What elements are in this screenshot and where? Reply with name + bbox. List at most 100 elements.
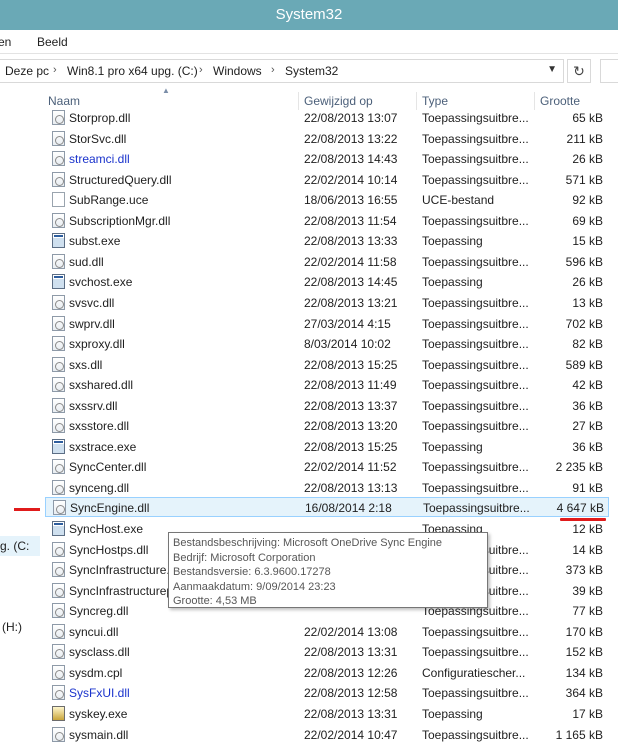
file-name: SyncInfrastructurep: [69, 583, 174, 598]
tab-view[interactable]: Beeld: [37, 35, 68, 49]
application-icon: [52, 521, 65, 536]
tab-share[interactable]: en: [0, 35, 11, 49]
tooltip-size: Grootte: 4,53 MB: [173, 595, 257, 607]
chevron-right-icon[interactable]: ›: [271, 64, 275, 76]
file-name: sxstrace.exe: [69, 439, 137, 454]
table-row[interactable]: sud.dll 22/02/2014 11:58 Toepassingsuitbre…: [44, 251, 618, 271]
file-date: 22/08/2013 11:54: [304, 213, 397, 228]
search-input[interactable]: [600, 59, 618, 83]
file-type: Toepassingsuitbre...: [422, 378, 529, 393]
file-type: Toepassingsuitbre...: [422, 131, 529, 146]
dll-file-icon: [52, 479, 65, 495]
column-type[interactable]: Type: [422, 94, 448, 108]
dll-file-icon: [52, 623, 65, 639]
file-date: 22/02/2014 11:52: [304, 460, 397, 475]
table-row[interactable]: sxproxy.dll 8/03/2014 10:02 Toepassingsuit…: [44, 333, 618, 353]
file-type: Toepassingsuitbre...: [422, 460, 529, 475]
dll-file-icon: [52, 110, 65, 125]
crumb-this-pc[interactable]: Deze pc: [5, 64, 49, 78]
table-row[interactable]: sxs.dll 22/08/2013 15:25 Toepassingsuitbre…: [44, 354, 618, 374]
dll-file-icon: [52, 171, 65, 187]
file-name: SyncHost.exe: [69, 522, 144, 536]
file-name: swprv.dll: [69, 316, 115, 331]
file-size: 69 kB: [572, 213, 603, 228]
address-bar[interactable]: Deze pc › Win8.1 pro x64 upg. (C:) › Win…: [0, 59, 564, 83]
file-size: 39 kB: [572, 583, 603, 598]
table-row[interactable]: sxshared.dll 22/08/2013 11:49 Toepassingsu…: [44, 374, 618, 394]
table-row[interactable]: svsvc.dll 22/08/2013 13:21 Toepassingsuitb…: [44, 292, 618, 312]
nav-item-drive-h[interactable]: (H:): [2, 620, 22, 634]
file-date: 22/08/2013 13:33: [304, 234, 398, 249]
table-row-selected[interactable]: SyncEngine.dll 16/08/2014 2:18 Toepassings…: [45, 497, 609, 518]
table-row[interactable]: swprv.dll 27/03/2014 4:15 Toepassingsuitbr…: [44, 313, 618, 333]
application-icon: [52, 274, 65, 290]
file-name: syncui.dll: [69, 624, 119, 639]
dll-file-icon: [52, 541, 65, 557]
table-row[interactable]: SysFxUI.dll 22/08/2013 12:58 Toepassingsui…: [44, 682, 618, 702]
file-date: 8/03/2014 10:02: [304, 337, 391, 352]
nav-item-drive-c[interactable]: g. (C:: [0, 539, 29, 553]
application-icon: [52, 438, 65, 454]
chevron-down-icon[interactable]: ▼: [547, 64, 557, 75]
file-size: 170 kB: [565, 624, 603, 639]
file-type: Toepassingsuitbre...: [422, 172, 529, 187]
file-size: 571 kB: [565, 172, 603, 187]
table-row[interactable]: sxstrace.exe 22/08/2013 15:25 Toepassing 36…: [44, 436, 618, 456]
file-date: 22/02/2014 11:58: [304, 254, 397, 269]
dll-file-icon: [52, 562, 65, 578]
file-size: 26 kB: [572, 152, 603, 167]
table-row[interactable]: sysmain.dll 22/02/2014 10:47 Toepassingsui…: [44, 724, 618, 744]
file-type: Configuratiescher...: [422, 665, 526, 680]
file-size: 82 kB: [572, 337, 603, 352]
table-row[interactable]: synceng.dll 22/08/2013 13:13 Toepassingsui…: [44, 477, 618, 497]
column-date[interactable]: Gewijzigd op: [304, 94, 373, 108]
annotation-underline-mark: [560, 518, 606, 521]
table-row[interactable]: sysdm.cpl 22/08/2013 12:26 Configuratiesch…: [44, 662, 618, 682]
annotation-arrow-mark: [14, 508, 40, 511]
refresh-icon[interactable]: ↻: [567, 59, 591, 83]
table-row[interactable]: SubRange.uce 18/06/2013 16:55 UCE-bestand 9…: [44, 189, 618, 209]
table-row[interactable]: SyncCenter.dll 22/02/2014 11:52 Toepassing…: [44, 456, 618, 476]
file-date: 22/08/2013 13:31: [304, 645, 398, 660]
table-row[interactable]: SubscriptionMgr.dll 22/08/2013 11:54 Toepa…: [44, 210, 618, 230]
file-name: sysdm.cpl: [69, 665, 123, 680]
tooltip-created: Aanmaakdatum: 9/09/2014 23:23: [173, 580, 336, 593]
table-row[interactable]: sysclass.dll 22/08/2013 13:31 Toepassingsu…: [44, 641, 618, 661]
chevron-right-icon[interactable]: ›: [199, 64, 203, 76]
file-date: 22/02/2014 13:08: [304, 624, 398, 639]
table-row[interactable]: svchost.exe 22/08/2013 14:45 Toepassing 26 …: [44, 271, 618, 291]
table-row[interactable]: StructuredQuery.dll 22/02/2014 10:14 Toepa…: [44, 169, 618, 189]
table-row[interactable]: Storprop.dll 22/08/2013 13:07 Toepassingsu…: [44, 107, 618, 127]
table-row[interactable]: StorSvc.dll 22/08/2013 13:22 Toepassingsui…: [44, 128, 618, 148]
crumb-system32[interactable]: System32: [285, 64, 338, 78]
table-row[interactable]: streamci.dll 22/08/2013 14:43 Toepassingsu…: [44, 148, 618, 168]
file-size: 14 kB: [572, 542, 603, 557]
window-title: System32: [275, 6, 343, 23]
file-name: Syncreg.dll: [69, 604, 129, 619]
file-name: sxsstore.dll: [69, 419, 130, 434]
file-type: Toepassingsuitbre...: [423, 501, 530, 516]
dll-file-icon: [52, 253, 65, 269]
crumb-windows[interactable]: Windows: [213, 64, 262, 78]
file-name: SysFxUI.dll: [69, 686, 130, 701]
file-type: Toepassingsuitbre...: [422, 357, 529, 372]
crumb-drive[interactable]: Win8.1 pro x64 upg. (C:): [67, 64, 198, 78]
file-date: 27/03/2014 4:15: [304, 316, 391, 331]
file-type: Toepassingsuitbre...: [422, 152, 529, 167]
file-name: Storprop.dll: [69, 111, 131, 125]
table-row[interactable]: syncui.dll 22/02/2014 13:08 Toepassingsuit…: [44, 621, 618, 641]
file-name: sysmain.dll: [69, 727, 129, 742]
file-date: 22/08/2013 15:25: [304, 439, 398, 454]
table-row[interactable]: syskey.exe 22/08/2013 13:31 Toepassing 17 k…: [44, 703, 618, 723]
dll-file-icon: [52, 130, 65, 146]
file-size: 65 kB: [572, 111, 603, 125]
chevron-right-icon[interactable]: ›: [53, 64, 57, 76]
column-name[interactable]: Naam: [48, 94, 80, 108]
dll-file-icon: [52, 315, 65, 331]
column-size[interactable]: Grootte: [540, 94, 580, 108]
table-row[interactable]: sxsstore.dll 22/08/2013 13:20 Toepassingsu…: [44, 415, 618, 435]
table-row[interactable]: sxssrv.dll 22/08/2013 13:37 Toepassingsuit…: [44, 395, 618, 415]
file-type: Toepassingsuitbre...: [422, 419, 529, 434]
table-row[interactable]: subst.exe 22/08/2013 13:33 Toepassing 15 kB: [44, 230, 618, 250]
dll-file-icon: [52, 685, 65, 701]
